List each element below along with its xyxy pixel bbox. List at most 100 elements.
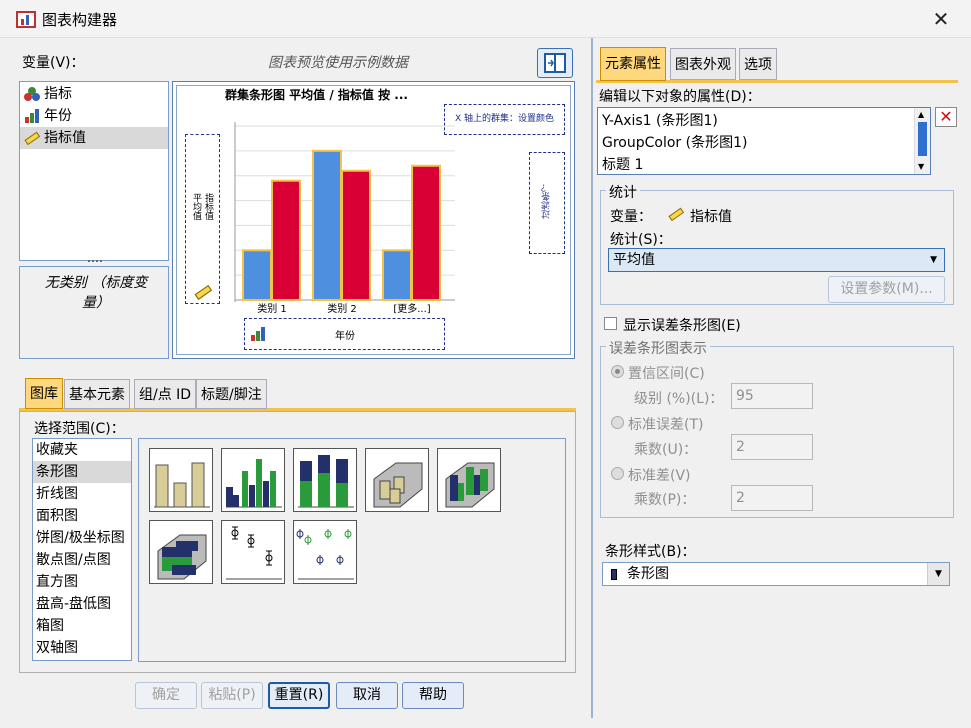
tab-element-properties[interactable]: 元素属性 xyxy=(600,47,666,81)
scroll-down-icon[interactable]: ▼ xyxy=(918,162,924,171)
ordinal-icon xyxy=(251,327,265,341)
tab-options[interactable]: 选项 xyxy=(739,48,777,80)
variable-list[interactable]: 指标 年份 指标值 xyxy=(19,81,169,261)
clustered-bar-thumbnail[interactable] xyxy=(221,448,285,512)
bar-style-value: 条形图 xyxy=(627,566,669,582)
bar xyxy=(341,169,371,301)
gallery-category-item[interactable]: 折线图 xyxy=(33,483,131,505)
paste-button[interactable]: 粘贴(P) xyxy=(201,682,263,709)
set-parameters-button[interactable]: 设置参数(M)... xyxy=(828,276,945,303)
x-axis-dropzone[interactable]: 年份 xyxy=(244,318,445,350)
gallery-category-item[interactable]: 面积图 xyxy=(33,505,131,527)
sd-label: 标准差(V) xyxy=(628,468,691,484)
variable-item-indicator[interactable]: 指标 xyxy=(20,83,168,105)
statistic-selected-value: 平均值 xyxy=(613,252,655,268)
object-list-scrollbar[interactable]: ▲ ▼ xyxy=(914,108,930,174)
cluster-color-dropzone[interactable]: X 轴上的群集：设置颜色 xyxy=(444,104,565,135)
chart-preview-canvas[interactable]: 群集条形图 平均值 / 指标值 按 ... X 轴上的群集：设置颜色 平均值 指… xyxy=(172,81,575,359)
delete-icon: ✕ xyxy=(939,107,953,126)
bar xyxy=(382,249,412,302)
statistics-group-title: 统计 xyxy=(606,182,640,202)
error-bars-label: 显示误差条形图(E) xyxy=(623,318,741,334)
variable-caption: 变量： xyxy=(610,209,652,225)
chart-builder-icon xyxy=(16,11,36,28)
help-button[interactable]: 帮助 xyxy=(402,682,464,709)
x-tick-label: 类别 1 xyxy=(257,302,287,314)
object-item-y-axis[interactable]: Y-Axis1 (条形图1) xyxy=(602,110,926,132)
gallery-category-item[interactable]: 收藏夹 xyxy=(33,439,131,461)
ordinal-icon xyxy=(25,109,39,123)
variable-label: 指标值 xyxy=(44,130,86,146)
multiplier-u-input[interactable]: 2 xyxy=(731,434,813,460)
y-axis-var-label: 指标值 xyxy=(203,193,213,220)
gallery-category-item[interactable]: 箱图 xyxy=(33,615,131,637)
clustered-bar-icon xyxy=(226,459,282,508)
gallery-category-item[interactable]: 条形图 xyxy=(33,461,131,483)
ok-button[interactable]: 确定 xyxy=(135,682,197,709)
scale-icon xyxy=(194,284,212,301)
object-item-group-color[interactable]: GroupColor (条形图1) xyxy=(602,132,926,154)
statistic-select[interactable]: 平均值 ▼ xyxy=(608,248,945,272)
chevron-down-icon: ▼ xyxy=(927,563,949,585)
gallery-category-item[interactable]: 散点图/点图 xyxy=(33,549,131,571)
scroll-up-icon[interactable]: ▲ xyxy=(918,110,924,119)
scale-icon xyxy=(668,207,684,222)
gallery-category-item[interactable]: 直方图 xyxy=(33,571,131,593)
se-radio[interactable] xyxy=(611,416,624,429)
3d-stacked-bar-thumbnail[interactable] xyxy=(149,520,213,584)
gallery-thumbnails xyxy=(138,438,566,662)
object-list[interactable]: Y-Axis1 (条形图1) GroupColor (条形图1) 标题 1 ▲ … xyxy=(597,107,931,175)
variable-label: 年份 xyxy=(44,108,72,124)
stacked-bar-thumbnail[interactable] xyxy=(293,448,357,512)
bar-style-icon xyxy=(611,569,617,580)
bar-style-label: 条形样式(B)： xyxy=(605,544,696,560)
x-tick-label: 类别 2 xyxy=(327,302,357,314)
3d-bar-thumbnail[interactable] xyxy=(365,448,429,512)
gallery-category-item[interactable]: 饼图/极坐标图 xyxy=(33,527,131,549)
expand-icon xyxy=(544,53,566,73)
object-item-title[interactable]: 标题 1 xyxy=(602,154,926,176)
filter-label: 过滤条？ xyxy=(542,183,552,219)
bar-style-select[interactable]: 条形图 ▼ xyxy=(602,562,950,586)
level-input[interactable]: 95 xyxy=(731,383,813,409)
tab-titles-footnotes[interactable]: 标题/脚注 xyxy=(196,379,267,409)
3d-clustered-bar-thumbnail[interactable] xyxy=(437,448,501,512)
window-title: 图表构建器 xyxy=(42,11,118,29)
error-bars-checkbox[interactable] xyxy=(604,317,617,330)
variables-label: 变量(V)： xyxy=(22,55,85,71)
gallery-category-item[interactable]: 盘高-盘低图 xyxy=(33,593,131,615)
tab-chart-appearance[interactable]: 图表外观 xyxy=(670,48,736,80)
tab-basic-elements[interactable]: 基本元素 xyxy=(64,379,130,409)
se-label: 标准误差(T) xyxy=(628,417,704,433)
gallery-category-list[interactable]: 收藏夹 条形图 折线图 面积图 饼图/极坐标图 散点图/点图 直方图 盘高-盘低图 箱图 双轴图 xyxy=(32,438,132,661)
ci-label: 置信区间(C) xyxy=(628,366,705,382)
tab-gallery[interactable]: 图库 xyxy=(25,378,63,409)
scale-icon xyxy=(24,131,40,146)
simple-bar-icon xyxy=(154,462,210,508)
gallery-category-item[interactable]: 双轴图 xyxy=(33,637,131,659)
edit-properties-label: 编辑以下对象的属性(D)： xyxy=(599,89,761,105)
bar xyxy=(242,249,272,302)
variable-item-year[interactable]: 年份 xyxy=(20,105,168,127)
simple-bar-thumbnail[interactable] xyxy=(149,448,213,512)
sd-radio[interactable] xyxy=(611,467,624,480)
y-axis-dropzone[interactable]: 平均值 指标值 xyxy=(185,134,220,304)
close-button[interactable]: ✕ xyxy=(926,6,956,32)
level-label: 级别 (%)(L)： xyxy=(634,391,724,407)
variable-item-value[interactable]: 指标值 xyxy=(20,127,168,149)
error-bar-thumbnail[interactable] xyxy=(221,520,285,584)
tab-group-point-id[interactable]: 组/点 ID xyxy=(134,379,197,409)
ci-radio[interactable] xyxy=(611,365,624,378)
multiplier-p-label: 乘数(P)： xyxy=(634,492,696,508)
splitter-handle[interactable] xyxy=(88,260,102,264)
filter-dropzone[interactable]: 过滤条？ xyxy=(529,152,565,254)
reset-button[interactable]: 重置(R) xyxy=(268,682,330,709)
scroll-thumb[interactable] xyxy=(918,122,927,156)
pane-divider[interactable] xyxy=(591,38,593,718)
expand-preview-button[interactable] xyxy=(537,48,573,78)
cancel-button[interactable]: 取消 xyxy=(336,682,398,709)
delete-object-button[interactable]: ✕ xyxy=(935,107,957,127)
title-bar: 图表构建器 ✕ xyxy=(0,0,971,38)
clustered-error-bar-thumbnail[interactable] xyxy=(293,520,357,584)
multiplier-p-input[interactable]: 2 xyxy=(731,485,813,511)
